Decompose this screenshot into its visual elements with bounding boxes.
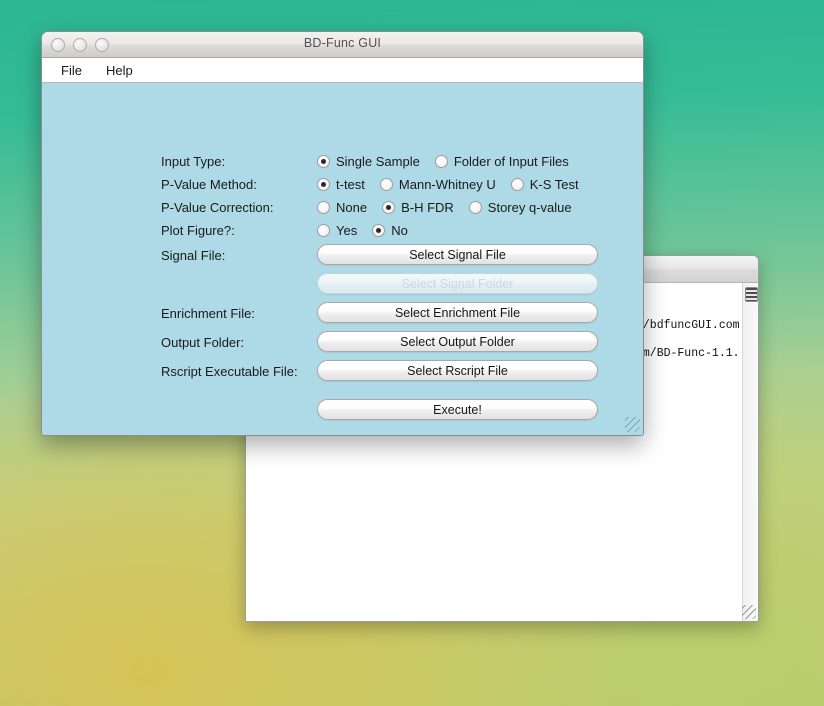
radio-option-storey-q-value[interactable]: Storey q-value	[468, 200, 572, 215]
radio-group-input-type[interactable]: Single Sample Folder of Input Files	[317, 154, 584, 169]
radio-label: t-test	[336, 177, 365, 192]
bd-func-gui-window[interactable]: BD-Func GUI File Help Input Type: Single…	[41, 31, 644, 436]
radio-group-pvalue-correction[interactable]: None B-H FDR Storey q-value	[317, 200, 587, 215]
background-window-scrollbar[interactable]	[742, 283, 758, 621]
resize-grip-icon[interactable]	[625, 417, 640, 432]
desktop-background: n/bdfuncGUI.com hm/BD-Func-1.1. BD-Func …	[0, 0, 824, 706]
select-enrichment-file-button[interactable]: Select Enrichment File	[317, 302, 598, 323]
label-signal-file: Signal File:	[161, 248, 226, 263]
menu-item-file[interactable]: File	[52, 61, 91, 80]
radio-label: None	[336, 200, 368, 215]
radio-label: B-H FDR	[401, 200, 454, 215]
radio-option-none[interactable]: None	[317, 200, 367, 215]
form-row-pvalue-method: P-Value Method: t-test Mann-Whitney U K-…	[42, 173, 643, 196]
background-window-text-line: n/bdfuncGUI.com	[636, 319, 740, 332]
label-rscript-executable-file: Rscript Executable File:	[161, 364, 298, 379]
radio-option-mann-whitney-u[interactable]: Mann-Whitney U	[379, 177, 496, 192]
label-input-type: Input Type:	[161, 154, 226, 169]
radio-option-no[interactable]: No	[372, 223, 408, 238]
radio-label: Folder of Input Files	[453, 154, 569, 169]
radio-icon[interactable]	[372, 224, 386, 237]
menu-bar[interactable]: File Help	[42, 58, 643, 83]
form-row-input-type: Input Type: Single Sample Folder of Inpu…	[42, 150, 643, 173]
radio-label: No	[391, 223, 408, 238]
resize-grip-icon[interactable]	[742, 605, 756, 619]
radio-option-single-sample[interactable]: Single Sample	[317, 154, 420, 169]
scrollbar-thumb[interactable]	[745, 287, 758, 302]
radio-icon[interactable]	[317, 224, 330, 237]
window-title: BD-Func GUI	[303, 36, 382, 50]
radio-icon[interactable]	[510, 178, 524, 191]
radio-group-plot-figure[interactable]: Yes No	[317, 223, 423, 238]
radio-label: Storey q-value	[487, 200, 572, 215]
select-signal-file-button[interactable]: Select Signal File	[317, 244, 598, 265]
radio-label: Single Sample	[336, 154, 420, 169]
radio-icon[interactable]	[382, 201, 396, 214]
form-row-pvalue-correction: P-Value Correction: None B-H FDR Storey …	[42, 196, 643, 219]
radio-icon[interactable]	[468, 201, 482, 214]
select-signal-folder-button: Select Signal Folder	[317, 273, 598, 294]
radio-icon[interactable]	[317, 155, 330, 168]
radio-icon[interactable]	[379, 178, 393, 191]
label-pvalue-method: P-Value Method:	[161, 177, 257, 192]
label-plot-figure: Plot Figure?:	[161, 223, 235, 238]
label-output-folder: Output Folder:	[161, 335, 245, 350]
radio-icon[interactable]	[434, 155, 448, 168]
select-rscript-file-button[interactable]: Select Rscript File	[317, 360, 598, 381]
radio-icon[interactable]	[317, 201, 330, 214]
radio-label: K-S Test	[529, 177, 579, 192]
radio-group-pvalue-method[interactable]: t-test Mann-Whitney U K-S Test	[317, 177, 594, 192]
select-output-folder-button[interactable]: Select Output Folder	[317, 331, 598, 352]
radio-option-k-s-test[interactable]: K-S Test	[510, 177, 579, 192]
window-titlebar[interactable]: BD-Func GUI	[42, 32, 643, 58]
label-enrichment-file: Enrichment File:	[161, 306, 255, 321]
form-row-plot-figure: Plot Figure?: Yes No	[42, 219, 643, 242]
radio-label: Mann-Whitney U	[398, 177, 496, 192]
radio-option-bh-fdr[interactable]: B-H FDR	[382, 200, 454, 215]
radio-icon[interactable]	[317, 178, 330, 191]
background-window-text-line: hm/BD-Func-1.1.	[636, 347, 740, 360]
radio-option-t-test[interactable]: t-test	[317, 177, 365, 192]
label-pvalue-correction: P-Value Correction:	[161, 200, 274, 215]
radio-option-folder-of-input-files[interactable]: Folder of Input Files	[434, 154, 569, 169]
radio-option-yes[interactable]: Yes	[317, 223, 357, 238]
radio-label: Yes	[336, 223, 358, 238]
form-panel: Input Type: Single Sample Folder of Inpu…	[42, 83, 643, 435]
menu-item-help[interactable]: Help	[97, 61, 142, 80]
execute-button[interactable]: Execute!	[317, 399, 598, 420]
